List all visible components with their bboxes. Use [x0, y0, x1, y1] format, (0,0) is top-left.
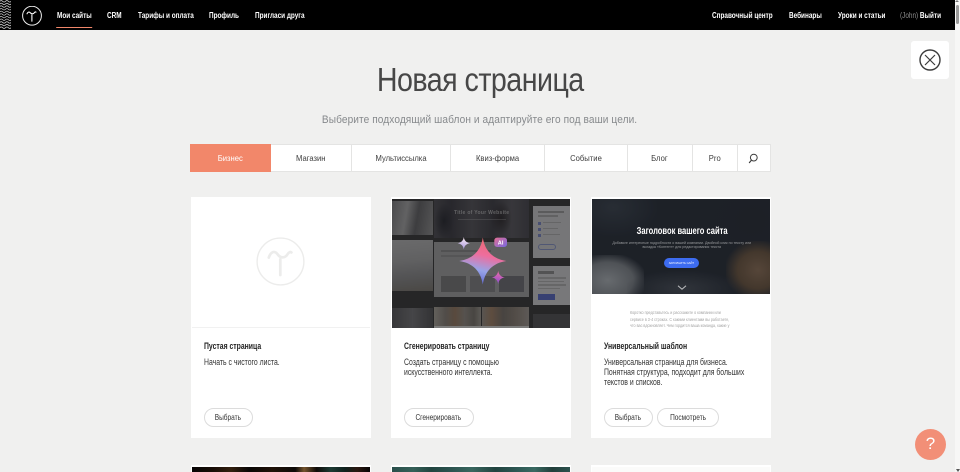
svg-text:AI: AI [497, 241, 503, 247]
